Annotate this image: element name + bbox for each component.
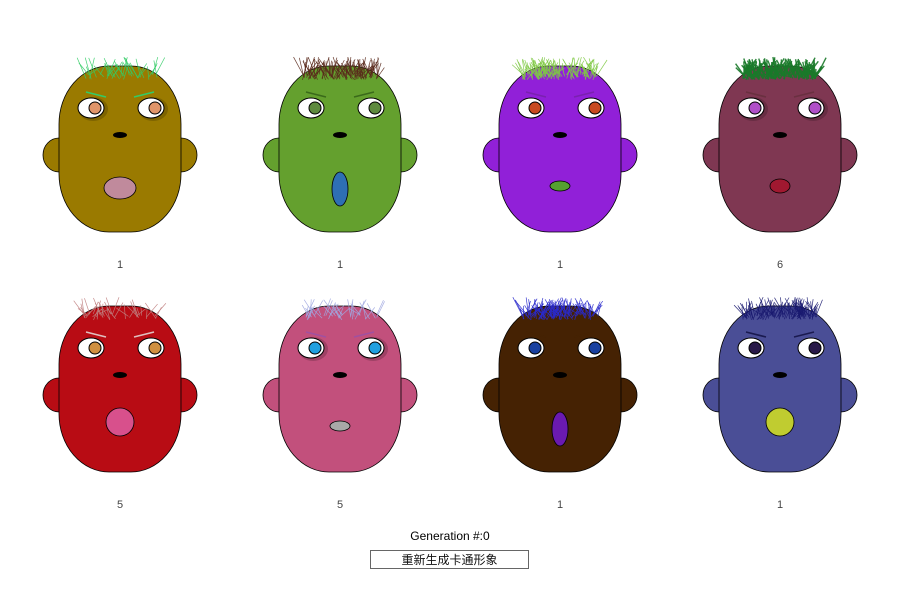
head xyxy=(278,305,402,473)
face-8 xyxy=(702,296,858,473)
right-iris xyxy=(588,341,602,355)
face-7-score: 1 xyxy=(556,499,564,511)
right-iris xyxy=(588,101,602,115)
face-4-score: 6 xyxy=(776,259,784,271)
hair-strand xyxy=(376,300,384,315)
face-5-score: 5 xyxy=(116,499,124,511)
left-iris xyxy=(88,101,102,115)
face-3-score: 1 xyxy=(556,259,564,271)
generation-label: Generation #:0 xyxy=(410,529,490,543)
face-8-score: 1 xyxy=(776,499,784,511)
face-1-score: 1 xyxy=(116,259,124,271)
nose xyxy=(553,132,567,138)
hair xyxy=(293,56,385,80)
hair-strand xyxy=(298,57,305,78)
nose xyxy=(773,372,787,378)
regenerate-button[interactable]: 重新生成卡通形象 xyxy=(370,550,529,569)
left-iris xyxy=(528,341,542,355)
right-iris xyxy=(148,101,162,115)
head xyxy=(278,65,402,233)
right-iris xyxy=(368,341,382,355)
left-iris xyxy=(748,101,762,115)
left-iris xyxy=(88,341,102,355)
hair-strand xyxy=(376,301,385,318)
nose xyxy=(553,372,567,378)
mouth xyxy=(105,407,135,437)
right-iris xyxy=(368,101,382,115)
head xyxy=(58,305,182,473)
nose xyxy=(333,132,347,138)
nose xyxy=(333,372,347,378)
face-6 xyxy=(262,298,418,473)
face-2 xyxy=(262,56,418,233)
hair-strand xyxy=(515,299,524,316)
mouth xyxy=(331,171,349,207)
hair-strand xyxy=(767,67,770,76)
nose xyxy=(113,132,127,138)
hair-strand xyxy=(596,59,608,77)
right-iris xyxy=(808,341,822,355)
face-1 xyxy=(42,56,198,233)
face-5 xyxy=(42,297,198,473)
left-iris xyxy=(748,341,762,355)
right-iris xyxy=(808,101,822,115)
head xyxy=(718,65,842,233)
mouth xyxy=(765,407,795,437)
face-2-score: 1 xyxy=(336,259,344,271)
nose xyxy=(773,132,787,138)
hair-strand xyxy=(155,57,166,75)
mouth xyxy=(551,411,569,447)
face-4 xyxy=(702,56,858,233)
hair-strand xyxy=(293,56,305,78)
nose xyxy=(113,372,127,378)
face-7 xyxy=(482,297,638,473)
mouth xyxy=(329,420,351,432)
hair-strand xyxy=(815,299,823,318)
left-iris xyxy=(308,101,322,115)
face-3 xyxy=(482,56,638,233)
hair xyxy=(735,56,827,81)
face-6-score: 5 xyxy=(336,499,344,511)
mouth xyxy=(103,176,137,200)
mouth xyxy=(549,180,571,192)
left-iris xyxy=(308,341,322,355)
head xyxy=(498,65,622,233)
mouth xyxy=(769,178,791,194)
head xyxy=(498,305,622,473)
head xyxy=(718,305,842,473)
head xyxy=(58,65,182,233)
left-iris xyxy=(528,101,542,115)
right-iris xyxy=(148,341,162,355)
